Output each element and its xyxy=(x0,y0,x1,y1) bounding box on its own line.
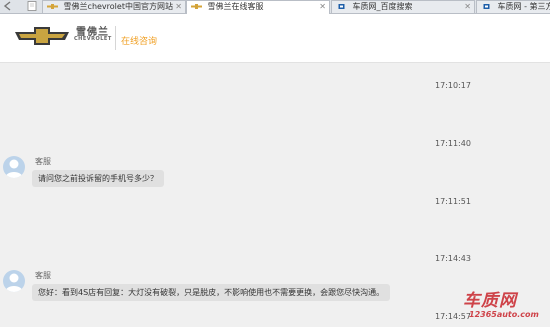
close-icon[interactable]: ✕ xyxy=(175,1,182,13)
message-sender: 客服 xyxy=(35,271,51,280)
page-header: 雪佛兰 CHEVROLET 在线咨询 xyxy=(0,14,550,63)
tab-chezhiwang[interactable]: 车质网 - 第三方 xyxy=(476,0,550,13)
message-timestamp: 17:11:51 xyxy=(435,197,471,206)
header-divider xyxy=(115,26,116,50)
watermark-text-en: 12365auto.com xyxy=(469,310,539,319)
chevrolet-logo-icon xyxy=(15,27,69,45)
tab-online-service[interactable]: 雪佛兰在线客服 ✕ xyxy=(186,0,330,14)
brand-name-en: CHEVROLET xyxy=(74,36,112,42)
close-icon[interactable]: ✕ xyxy=(464,1,471,13)
tab-title: 雪佛兰chevrolet中国官方网站 xyxy=(63,2,173,11)
tab-chevrolet-official[interactable]: 雪佛兰chevrolet中国官方网站 ✕ xyxy=(42,0,186,13)
user-avatar-icon xyxy=(3,156,25,178)
chat-message-bubble: 请问您之前投诉留的手机号多少？ xyxy=(32,170,164,187)
tab-baidu-search[interactable]: 车质网_百度搜索 ✕ xyxy=(331,0,475,13)
chevrolet-bowtie-icon xyxy=(47,4,58,9)
message-timestamp: 17:10:17 xyxy=(435,81,471,90)
chevrolet-bowtie-icon xyxy=(191,4,202,9)
tab-title: 车质网 - 第三方 xyxy=(497,2,550,11)
user-avatar-icon xyxy=(3,270,25,292)
document-icon[interactable] xyxy=(26,1,38,11)
close-icon[interactable]: ✕ xyxy=(319,1,326,13)
site-watermark: 车质网 12365auto.com xyxy=(455,286,550,326)
message-sender: 客服 xyxy=(35,157,51,166)
chezhiwang-icon xyxy=(338,4,345,9)
message-timestamp: 17:11:40 xyxy=(435,139,471,148)
browser-tab-bar: 雪佛兰chevrolet中国官方网站 ✕ 雪佛兰在线客服 ✕ 车质网_百度搜索 … xyxy=(0,0,550,14)
message-timestamp: 17:14:43 xyxy=(435,254,471,263)
chezhiwang-icon xyxy=(483,4,490,9)
chat-message-bubble: 您好：看到4S店有回复：大灯没有破裂，只是脱皮，不影响使用也不需要更换，会跟您尽… xyxy=(32,284,391,301)
page-label: 在线咨询 xyxy=(121,37,158,47)
tab-title: 车质网_百度搜索 xyxy=(352,2,413,11)
back-arrow-icon[interactable] xyxy=(2,1,14,11)
tab-title: 雪佛兰在线客服 xyxy=(207,2,264,11)
watermark-text-cn: 车质网 xyxy=(463,291,517,311)
